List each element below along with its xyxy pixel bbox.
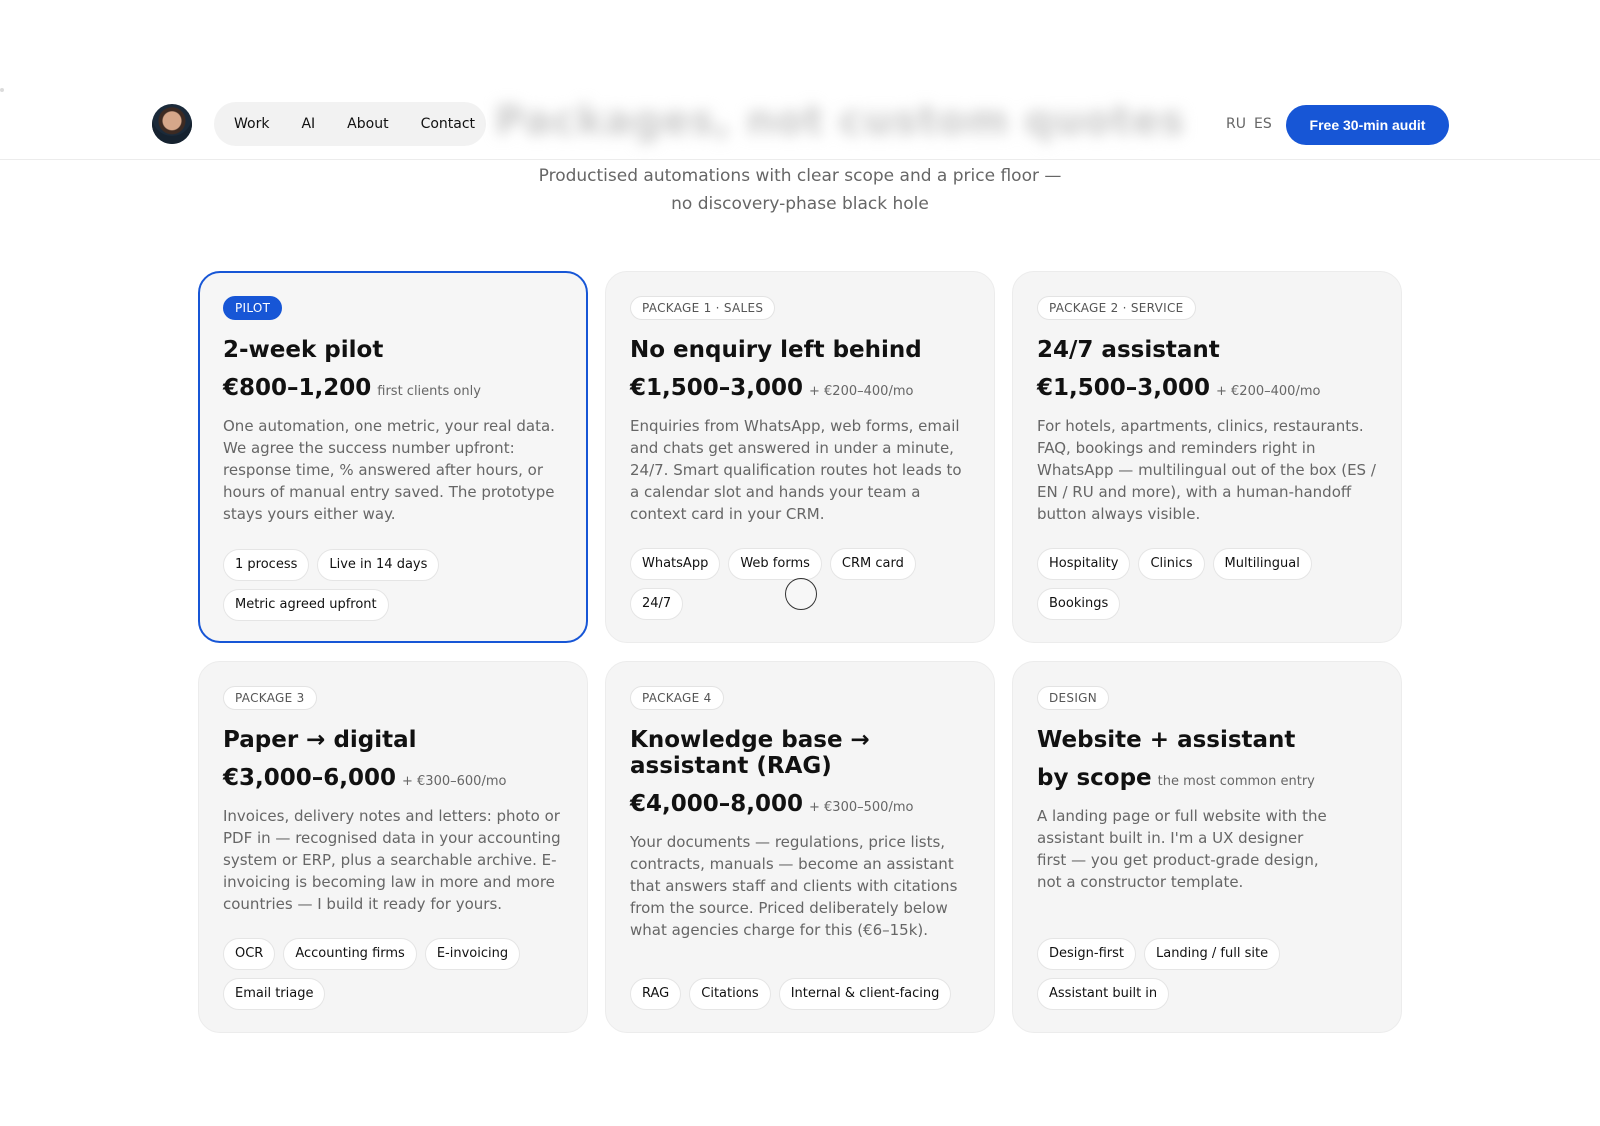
package-badge: PACKAGE 2 · SERVICE [1037, 296, 1196, 320]
price-row: €4,000–8,000 + €300–500/mo [630, 791, 970, 817]
package-badge: PACKAGE 4 [630, 686, 724, 710]
tag-chip: Assistant built in [1037, 978, 1170, 1010]
tag-chip: RAG [630, 978, 682, 1010]
tag-chip: Hospitality [1037, 548, 1131, 580]
tag-chip: WhatsApp [630, 548, 721, 580]
package-price: €1,500–3,000 [630, 375, 804, 401]
pointer-cursor [785, 578, 817, 610]
package-card-service[interactable]: PACKAGE 2 · SERVICE 24/7 assistant €1,50… [1012, 271, 1402, 643]
package-title: Knowledge base → assistant (RAG) [630, 727, 870, 779]
tag-chip: 24/7 [630, 588, 684, 620]
package-card-rag[interactable]: PACKAGE 4 Knowledge base → assistant (RA… [605, 661, 995, 1033]
tag-chip: Design-first [1037, 938, 1136, 970]
package-description: A landing page or full website with the … [1037, 807, 1327, 891]
price-note: + €300–500/mo [809, 800, 914, 815]
nav-contact-link[interactable]: Contact [421, 116, 475, 132]
section-subtitle: Productised automations with clear scope… [500, 162, 1100, 218]
package-title: Paper → digital [223, 727, 417, 753]
package-price: €1,500–3,000 [1037, 375, 1211, 401]
package-description: For hotels, apartments, clinics, restaur… [1037, 417, 1376, 523]
tag-chip: Email triage [223, 978, 326, 1010]
package-title: No enquiry left behind [630, 337, 922, 363]
price-row: €1,500–3,000 + €200–400/mo [1037, 375, 1377, 401]
package-card-paper-digital[interactable]: PACKAGE 3 Paper → digital €3,000–6,000 + … [198, 661, 588, 1033]
nav-work-link[interactable]: Work [234, 116, 269, 132]
package-description: Your documents — regulations, price list… [630, 833, 958, 939]
package-card-design[interactable]: DESIGN Website + assistant by scope the m… [1012, 661, 1402, 1033]
tag-chip: Live in 14 days [317, 549, 440, 581]
tag-chip: Metric agreed upfront [223, 589, 389, 621]
price-note: first clients only [377, 384, 481, 399]
tag-chip: Accounting firms [283, 938, 417, 970]
tag-chip: CRM card [829, 548, 916, 580]
tag-chip: 1 process [223, 549, 310, 581]
price-row: by scope the most common entry [1037, 765, 1377, 791]
tag-chip: Landing / full site [1143, 938, 1281, 970]
packages-grid: PILOT 2-week pilot €800–1,200 first clien… [198, 271, 1402, 1033]
lang-es-link[interactable]: ES [1254, 116, 1272, 132]
subtitle-line-1: Productised automations with clear scope… [538, 166, 1062, 186]
package-badge: DESIGN [1037, 686, 1110, 710]
package-price: €4,000–8,000 [630, 791, 804, 817]
section-title-blurred: Packages, not custom quotes [495, 98, 1186, 144]
package-badge: PILOT [223, 296, 283, 320]
price-row: €800–1,200 first clients only [223, 375, 563, 401]
tag-chip: Clinics [1138, 548, 1205, 580]
nav-about-link[interactable]: About [347, 116, 388, 132]
package-badge: PACKAGE 1 · SALES [630, 296, 776, 320]
lang-ru-link[interactable]: RU [1226, 116, 1246, 132]
tag-chip: Bookings [1037, 588, 1121, 620]
subtitle-line-2: no discovery-phase black hole [671, 194, 929, 214]
price-note: + €200–400/mo [809, 384, 914, 399]
price-note: + €200–400/mo [1216, 384, 1321, 399]
package-badge: PACKAGE 3 [223, 686, 317, 710]
package-card-pilot[interactable]: PILOT 2-week pilot €800–1,200 first clien… [198, 271, 588, 643]
package-title: Website + assistant [1037, 727, 1296, 753]
package-price: by scope [1037, 765, 1152, 791]
avatar[interactable] [152, 104, 192, 144]
tag-list: 1 process Live in 14 days Metric agreed … [223, 549, 566, 621]
price-note: + €300–600/mo [402, 774, 507, 789]
tag-chip: E-invoicing [424, 938, 521, 970]
free-audit-button[interactable]: Free 30-min audit [1286, 105, 1449, 145]
tag-chip: Multilingual [1212, 548, 1312, 580]
tag-list: Design-first Landing / full site Assista… [1037, 938, 1381, 1010]
package-price: €3,000–6,000 [223, 765, 397, 791]
price-row: €1,500–3,000 + €200–400/mo [630, 375, 970, 401]
tag-chip: Citations [689, 978, 771, 1010]
nav-ai-link[interactable]: AI [301, 116, 315, 132]
main-nav: Work AI About Contact [214, 102, 486, 146]
tag-list: RAG Citations Internal & client-facing [630, 978, 974, 1010]
package-description: Enquiries from WhatsApp, web forms, emai… [630, 417, 962, 523]
package-title: 24/7 assistant [1037, 337, 1220, 363]
tag-list: Hospitality Clinics Multilingual Booking… [1037, 548, 1381, 620]
site-header: Work AI About Contact Packages, not cust… [0, 88, 1600, 160]
price-row: €3,000–6,000 + €300–600/mo [223, 765, 563, 791]
tag-chip: Web forms [728, 548, 822, 580]
tag-list: OCR Accounting firms E-invoicing Email t… [223, 938, 567, 1010]
price-note: the most common entry [1157, 774, 1315, 789]
package-price: €800–1,200 [223, 375, 372, 401]
package-description: One automation, one metric, your real da… [223, 417, 555, 523]
package-title: 2-week pilot [223, 337, 384, 363]
tag-chip: OCR [223, 938, 276, 970]
tag-chip: Internal & client-facing [778, 978, 952, 1010]
package-description: Invoices, delivery notes and letters: ph… [223, 807, 561, 913]
